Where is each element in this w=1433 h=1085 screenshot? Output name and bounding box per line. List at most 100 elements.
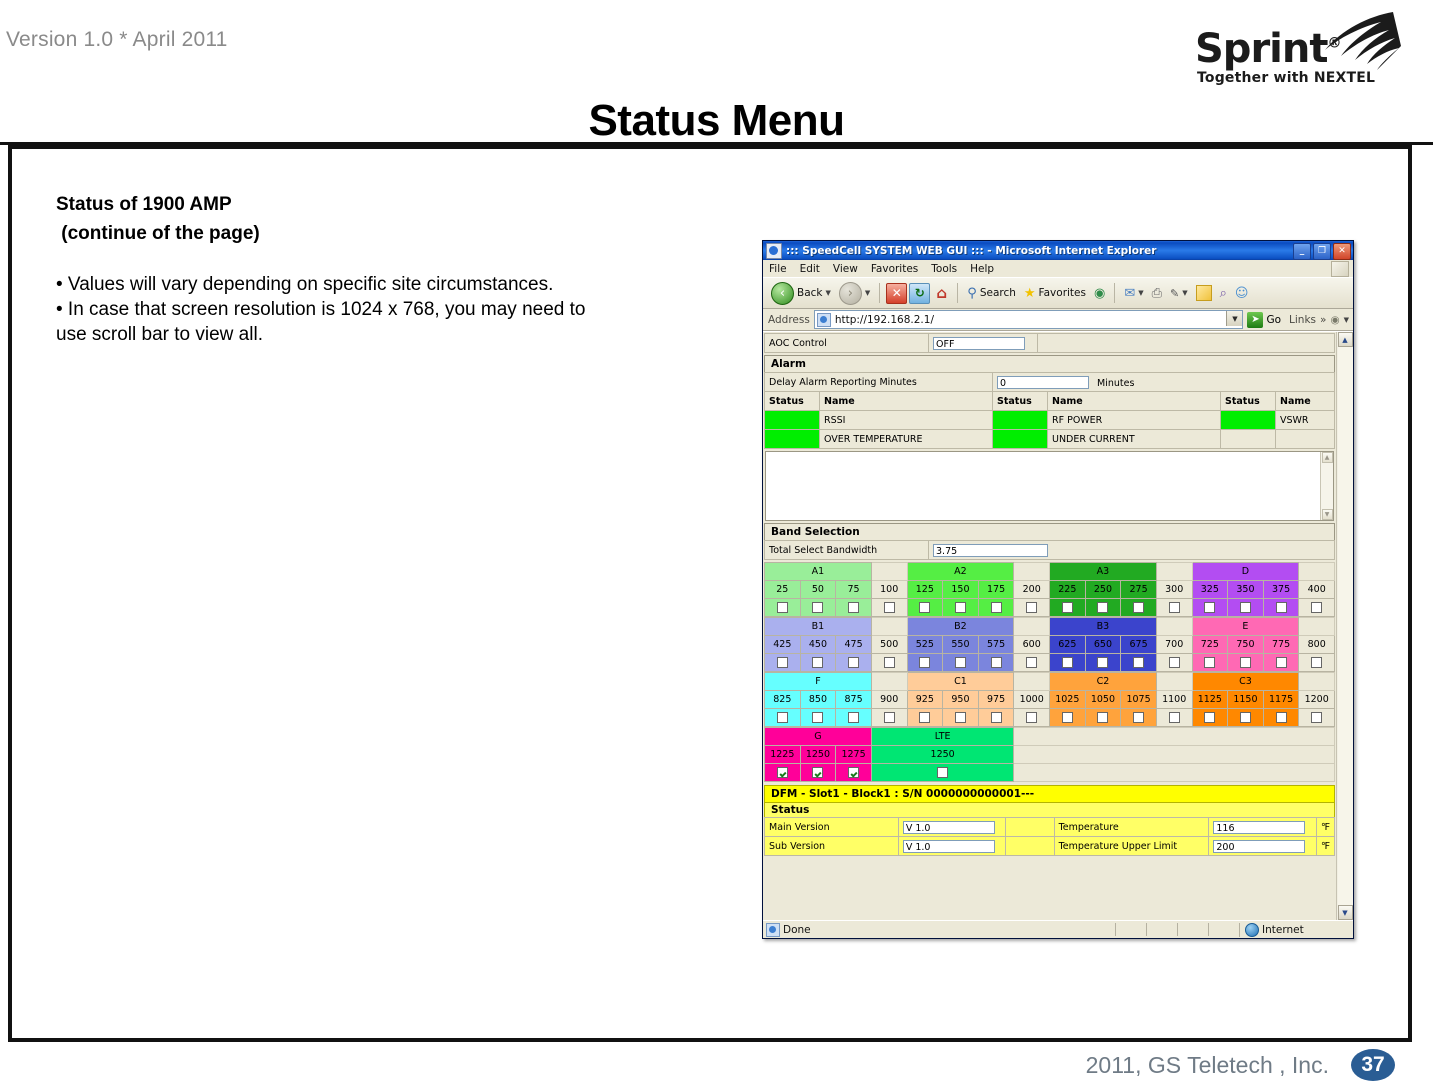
band-checkbox[interactable]: [954, 712, 966, 723]
band-checkbox[interactable]: [812, 767, 824, 778]
edit-button[interactable]: ✎ ▼: [1167, 285, 1191, 302]
scroll-down-icon[interactable]: ▼: [1321, 509, 1333, 520]
band-checkbox[interactable]: [1239, 602, 1251, 613]
band-checkbox-gap-cell[interactable]: [1298, 708, 1335, 727]
main-version-value[interactable]: V 1.0: [902, 820, 995, 834]
links-chevron-icon[interactable]: »: [1320, 314, 1326, 326]
band-checkbox[interactable]: [1061, 602, 1073, 613]
band-checkbox[interactable]: [1275, 657, 1287, 668]
band-checkbox-cell[interactable]: [1120, 598, 1157, 617]
go-button[interactable]: ➤ Go: [1247, 311, 1285, 328]
address-input[interactable]: http://192.168.2.1/ ▼: [813, 310, 1244, 329]
band-checkbox-cell[interactable]: [1120, 653, 1157, 672]
band-checkbox[interactable]: [990, 712, 1002, 723]
band-checkbox[interactable]: [937, 767, 949, 778]
home-icon[interactable]: ⌂: [932, 284, 951, 303]
band-checkbox-cell[interactable]: [942, 653, 979, 672]
band-checkbox-cell[interactable]: [799, 763, 837, 782]
band-checkbox[interactable]: [812, 712, 824, 723]
band-checkbox[interactable]: [1204, 712, 1216, 723]
close-button[interactable]: ✕: [1333, 243, 1351, 260]
mail-dropdown-icon[interactable]: ▼: [1138, 289, 1143, 297]
band-checkbox-cell[interactable]: [906, 598, 944, 617]
band-checkbox-cell[interactable]: [1084, 708, 1122, 727]
band-checkbox[interactable]: [954, 602, 966, 613]
band-checkbox[interactable]: [1204, 602, 1216, 613]
band-checkbox-cell[interactable]: [835, 653, 872, 672]
band-checkbox-cell[interactable]: [1120, 708, 1157, 727]
band-checkbox[interactable]: [848, 657, 860, 668]
band-checkbox[interactable]: [883, 712, 895, 723]
temp-limit-value[interactable]: 200: [1213, 839, 1306, 853]
band-checkbox-cell[interactable]: [764, 708, 801, 727]
band-checkbox-gap-cell[interactable]: [1155, 653, 1193, 672]
band-checkbox-cell[interactable]: [1227, 708, 1264, 727]
band-checkbox[interactable]: [919, 657, 931, 668]
band-checkbox-cell[interactable]: [942, 598, 979, 617]
band-checkbox[interactable]: [990, 602, 1002, 613]
band-checkbox[interactable]: [1311, 712, 1323, 723]
band-checkbox[interactable]: [1239, 657, 1251, 668]
band-checkbox-gap-cell[interactable]: [870, 598, 908, 617]
back-button[interactable]: ‹ Back ▼: [768, 280, 834, 307]
band-checkbox-cell[interactable]: [942, 708, 979, 727]
band-checkbox-gap-cell[interactable]: [1155, 598, 1193, 617]
band-checkbox[interactable]: [776, 657, 788, 668]
band-checkbox-cell[interactable]: [1084, 598, 1122, 617]
band-checkbox-cell[interactable]: [1049, 598, 1086, 617]
band-checkbox-gap-cell[interactable]: [870, 708, 908, 727]
band-checkbox[interactable]: [1133, 657, 1145, 668]
band-checkbox-cell[interactable]: [1049, 708, 1086, 727]
band-checkbox-cell[interactable]: [977, 708, 1015, 727]
band-checkbox[interactable]: [883, 657, 895, 668]
band-checkbox[interactable]: [1026, 712, 1038, 723]
band-checkbox[interactable]: [1133, 602, 1145, 613]
menu-tools[interactable]: Tools: [931, 263, 957, 275]
total-bandwidth-input[interactable]: 3.75: [933, 543, 1048, 557]
band-checkbox[interactable]: [919, 712, 931, 723]
band-checkbox-cell[interactable]: [977, 598, 1015, 617]
band-checkbox[interactable]: [883, 602, 895, 613]
band-checkbox[interactable]: [848, 602, 860, 613]
band-checkbox-cell[interactable]: [1262, 708, 1300, 727]
band-checkbox-cell[interactable]: [1262, 598, 1300, 617]
menu-file[interactable]: File: [769, 263, 787, 275]
maximize-button[interactable]: ❐: [1313, 243, 1331, 260]
aoc-value[interactable]: OFF: [933, 336, 1025, 350]
media-button[interactable]: ◉: [1091, 284, 1108, 303]
page-scrollbar[interactable]: ▲ ▼: [1336, 332, 1353, 920]
band-checkbox-cell[interactable]: [870, 763, 1015, 782]
band-checkbox[interactable]: [848, 712, 860, 723]
delay-alarm-input[interactable]: 0: [997, 375, 1089, 389]
scroll-down-icon[interactable]: ▼: [1337, 905, 1353, 920]
band-checkbox[interactable]: [1204, 657, 1216, 668]
band-checkbox-cell[interactable]: [1049, 653, 1086, 672]
menu-edit[interactable]: Edit: [800, 263, 820, 275]
mail-button[interactable]: ✉ ▼: [1121, 284, 1146, 303]
forward-button[interactable]: › ▼: [836, 280, 873, 307]
band-checkbox[interactable]: [1026, 657, 1038, 668]
band-checkbox-cell[interactable]: [835, 708, 872, 727]
sub-version-value[interactable]: V 1.0: [902, 839, 995, 853]
band-checkbox-cell[interactable]: [764, 763, 801, 782]
links-bar[interactable]: Links » ◉ ▼: [1289, 314, 1353, 326]
band-checkbox[interactable]: [776, 602, 788, 613]
edit-dropdown-icon[interactable]: ▼: [1182, 289, 1187, 297]
temperature-value[interactable]: 116: [1213, 820, 1306, 834]
address-dropdown-icon[interactable]: ▼: [1226, 311, 1243, 326]
band-checkbox-gap-cell[interactable]: [1298, 653, 1335, 672]
band-checkbox[interactable]: [776, 767, 788, 778]
favorites-button[interactable]: ★ Favorites: [1021, 284, 1089, 303]
band-checkbox[interactable]: [776, 712, 788, 723]
band-checkbox[interactable]: [1061, 657, 1073, 668]
menu-favorites[interactable]: Favorites: [871, 263, 918, 275]
band-checkbox[interactable]: [812, 657, 824, 668]
menu-help[interactable]: Help: [970, 263, 994, 275]
band-checkbox-cell[interactable]: [1191, 708, 1229, 727]
band-checkbox[interactable]: [1275, 602, 1287, 613]
band-checkbox[interactable]: [1311, 657, 1323, 668]
band-checkbox-cell[interactable]: [1084, 653, 1122, 672]
band-checkbox-cell[interactable]: [764, 653, 801, 672]
band-checkbox-cell[interactable]: [1227, 653, 1264, 672]
research-button[interactable]: ⌕: [1217, 284, 1230, 303]
